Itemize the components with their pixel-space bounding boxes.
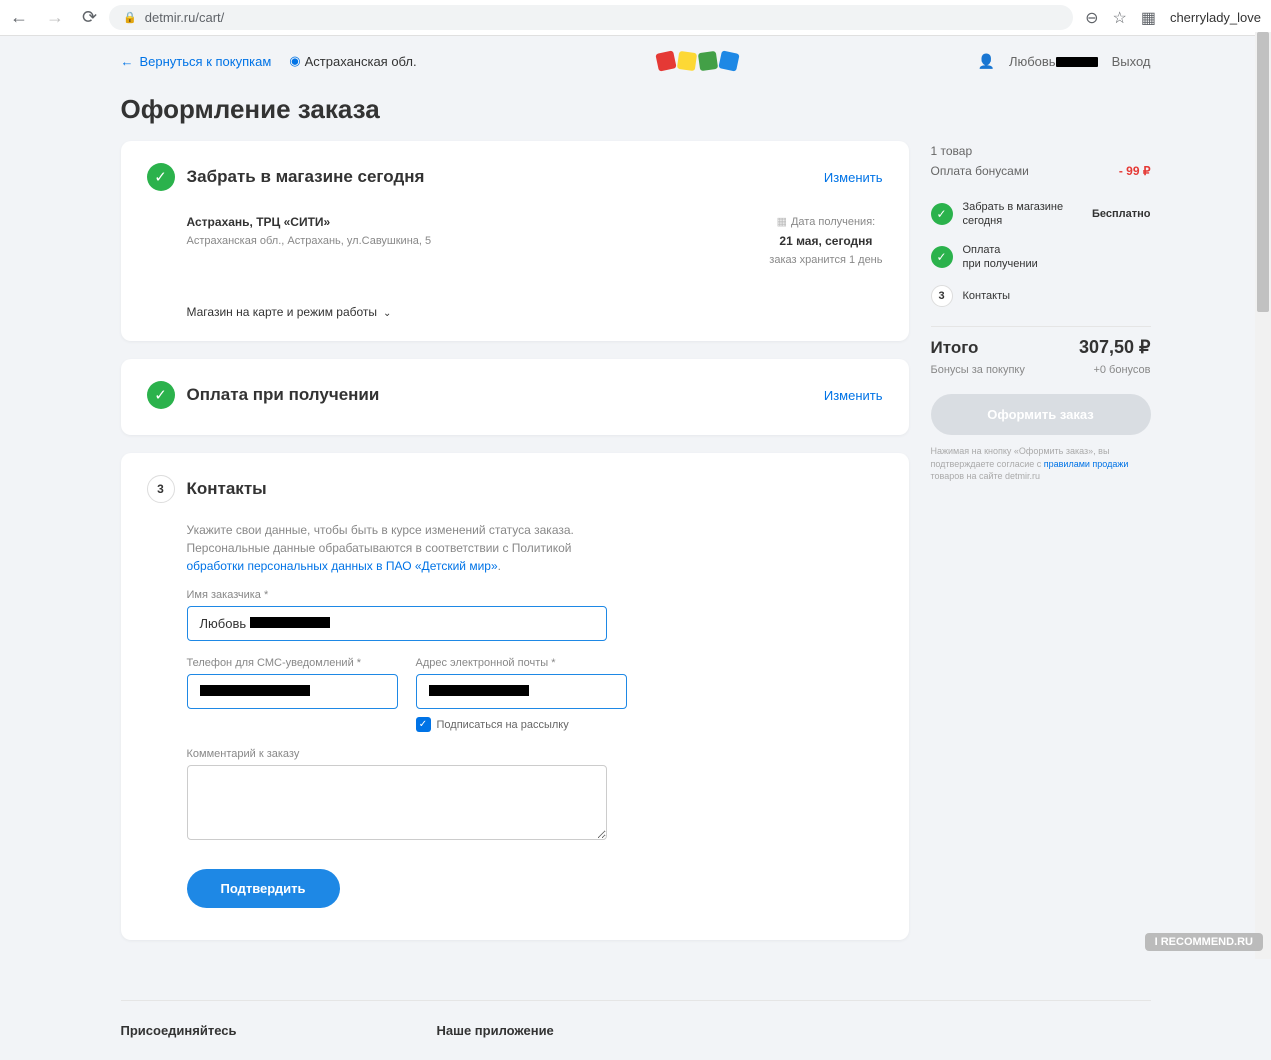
page-title: Оформление заказа <box>121 94 1151 125</box>
subscribe-checkbox[interactable]: ✓ Подписаться на рассылку <box>416 717 627 732</box>
url-text: detmir.ru/cart/ <box>145 10 224 25</box>
order-disclaimer: Нажимая на кнопку «Оформить заказ», вы п… <box>931 445 1151 483</box>
privacy-policy-link[interactable]: обработки персональных данных в ПАО «Дет… <box>187 559 498 573</box>
browser-profile[interactable]: cherrylady_love <box>1170 10 1261 25</box>
store-name: Астрахань, ТРЦ «СИТИ» <box>187 215 740 229</box>
phone-input[interactable] <box>187 674 398 709</box>
page-footer: Присоединяйтесь Наше приложение <box>121 1000 1151 1060</box>
total-value: 307,50 ₽ <box>1079 337 1151 358</box>
lock-icon: 🔒 <box>123 11 137 24</box>
sales-rules-link[interactable]: правилами продажи <box>1044 459 1129 469</box>
comment-textarea[interactable] <box>187 765 607 840</box>
back-to-shopping-link[interactable]: ← Вернуться к покупкам <box>121 54 272 69</box>
contacts-title: Контакты <box>187 479 883 499</box>
map-toggle[interactable]: Магазин на карте и режим работы⌄ <box>147 286 883 319</box>
url-bar[interactable]: 🔒 detmir.ru/cart/ <box>109 5 1073 30</box>
storage-note: заказ хранится 1 день <box>769 254 882 266</box>
calendar-icon: ▦ <box>777 215 787 228</box>
pin-icon: ◉ <box>289 53 300 69</box>
contacts-description: Укажите свои данные, чтобы быть в курсе … <box>147 507 627 589</box>
logout-link[interactable]: Выход <box>1112 54 1151 69</box>
checkbox-checked-icon: ✓ <box>416 717 431 732</box>
site-header: ← Вернуться к покупкам ◉ Астраханская об… <box>121 36 1151 86</box>
payment-title: Оплата при получении <box>187 385 812 405</box>
check-icon: ✓ <box>931 203 953 225</box>
bonus-earn-label: Бонусы за покупку <box>931 364 1025 376</box>
store-address: Астраханская обл., Астрахань, ул.Савушки… <box>187 235 740 247</box>
bonus-earn-value: +0 бонусов <box>1093 364 1150 376</box>
phone-label: Телефон для СМС-уведомлений * <box>187 657 398 669</box>
step-number: 3 <box>147 475 175 503</box>
confirm-button[interactable]: Подтвердить <box>187 869 340 908</box>
total-label: Итого <box>931 338 979 358</box>
site-logo[interactable] <box>657 52 738 70</box>
user-icon: 👤 <box>978 53 995 70</box>
bonus-pay-label: Оплата бонусами <box>931 164 1029 178</box>
payment-card: ✓ Оплата при получении Изменить <box>121 359 909 435</box>
summary-step-contacts: 3 Контакты <box>931 278 1151 314</box>
star-icon[interactable]: ☆ <box>1112 8 1126 28</box>
pickup-card: ✓ Забрать в магазине сегодня Изменить Ас… <box>121 141 909 341</box>
check-icon: ✓ <box>931 246 953 268</box>
email-label: Адрес электронной почты * <box>416 657 627 669</box>
check-icon: ✓ <box>147 381 175 409</box>
pickup-date: 21 мая, сегодня <box>769 234 882 248</box>
watermark: I RECOMMEND.RU <box>1145 933 1263 951</box>
zoom-icon[interactable]: ⊖ <box>1085 8 1098 28</box>
payment-change-link[interactable]: Изменить <box>824 388 883 403</box>
items-count: 1 товар <box>931 144 973 158</box>
place-order-button[interactable]: Оформить заказ <box>931 394 1151 435</box>
footer-join: Присоединяйтесь <box>121 1023 237 1038</box>
pickup-change-link[interactable]: Изменить <box>824 170 883 185</box>
pickup-title: Забрать в магазине сегодня <box>187 167 812 187</box>
step-number: 3 <box>931 285 953 307</box>
chevron-down-icon: ⌄ <box>383 308 391 319</box>
reload-icon[interactable]: ⟳ <box>82 7 97 28</box>
name-label: Имя заказчика * <box>187 589 883 601</box>
user-name[interactable]: Любовь <box>1009 54 1098 69</box>
comment-label: Комментарий к заказу <box>187 748 883 760</box>
contacts-card: 3 Контакты Укажите свои данные, чтобы бы… <box>121 453 909 940</box>
order-summary: 1 товар Оплата бонусами - 99 ₽ ✓ Забрать… <box>931 141 1151 483</box>
summary-step-pickup: ✓ Забрать в магазинесегодня Бесплатно <box>931 193 1151 236</box>
name-input[interactable]: Любовь <box>187 606 607 641</box>
vertical-scrollbar[interactable] <box>1255 32 1271 959</box>
bonus-pay-value: - 99 ₽ <box>1119 164 1151 178</box>
footer-app: Наше приложение <box>437 1023 554 1038</box>
extension-icon[interactable]: ▦ <box>1141 8 1156 28</box>
check-icon: ✓ <box>147 163 175 191</box>
summary-step-payment: ✓ Оплатапри получении <box>931 236 1151 279</box>
email-input[interactable] <box>416 674 627 709</box>
back-icon[interactable]: ← <box>10 7 28 28</box>
arrow-left-icon: ← <box>121 54 134 69</box>
browser-toolbar: ← → ⟳ 🔒 detmir.ru/cart/ ⊖ ☆ ▦ cherrylady… <box>0 0 1271 36</box>
region-selector[interactable]: ◉ Астраханская обл. <box>289 53 416 69</box>
forward-icon[interactable]: → <box>46 7 64 28</box>
